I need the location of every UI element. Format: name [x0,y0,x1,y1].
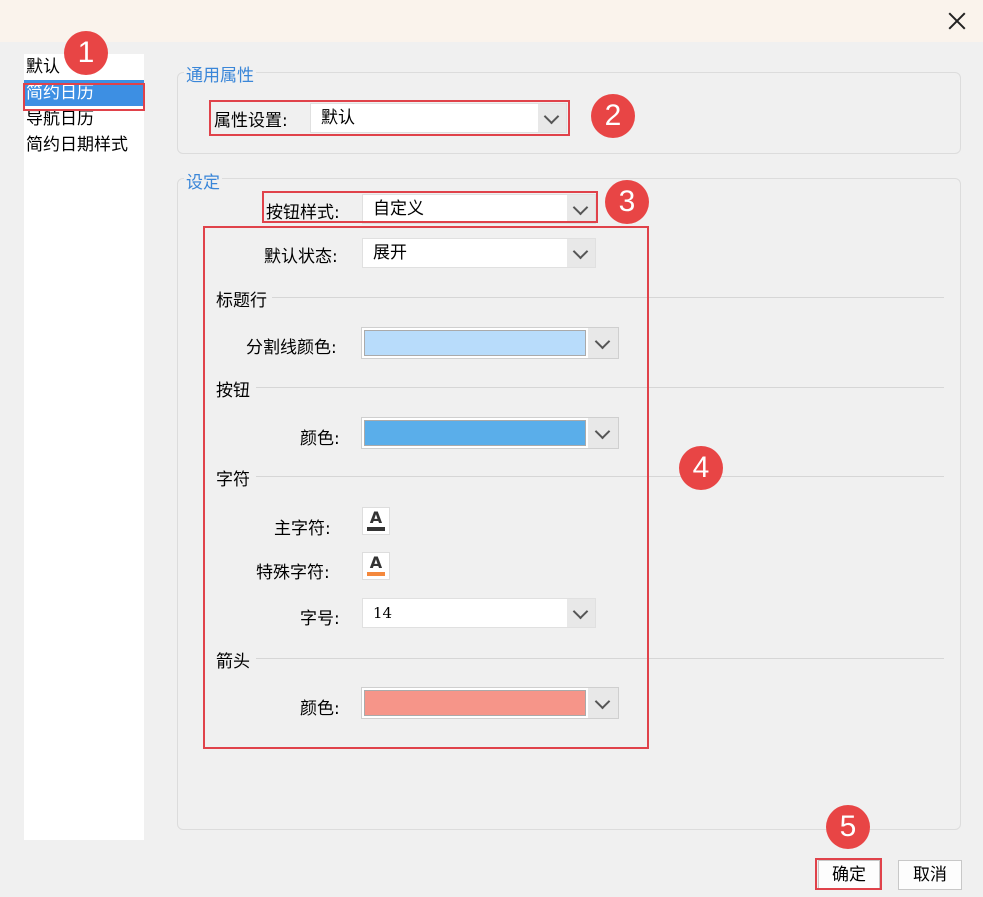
annotation-badge-4: 4 [679,446,723,490]
title-bar [0,0,983,42]
cancel-button[interactable]: 取消 [898,860,962,890]
highlight-box-5 [815,858,882,890]
annotation-badge-2: 2 [591,94,635,138]
style-list: 默认 简约日历 导航日历 简约日期样式 [24,54,144,840]
general-properties-title: 通用属性 [184,61,256,86]
annotation-badge-5: 5 [826,805,870,849]
settings-title: 设定 [184,168,222,193]
highlight-box-2 [209,100,570,136]
highlight-box-4 [203,226,649,749]
close-icon[interactable] [945,9,969,33]
style-list-item-simple-date[interactable]: 简约日期样式 [24,132,144,158]
annotation-badge-1: 1 [64,31,108,75]
highlight-box-1 [23,83,145,111]
highlight-box-3 [262,191,598,223]
annotation-badge-3: 3 [605,180,649,224]
